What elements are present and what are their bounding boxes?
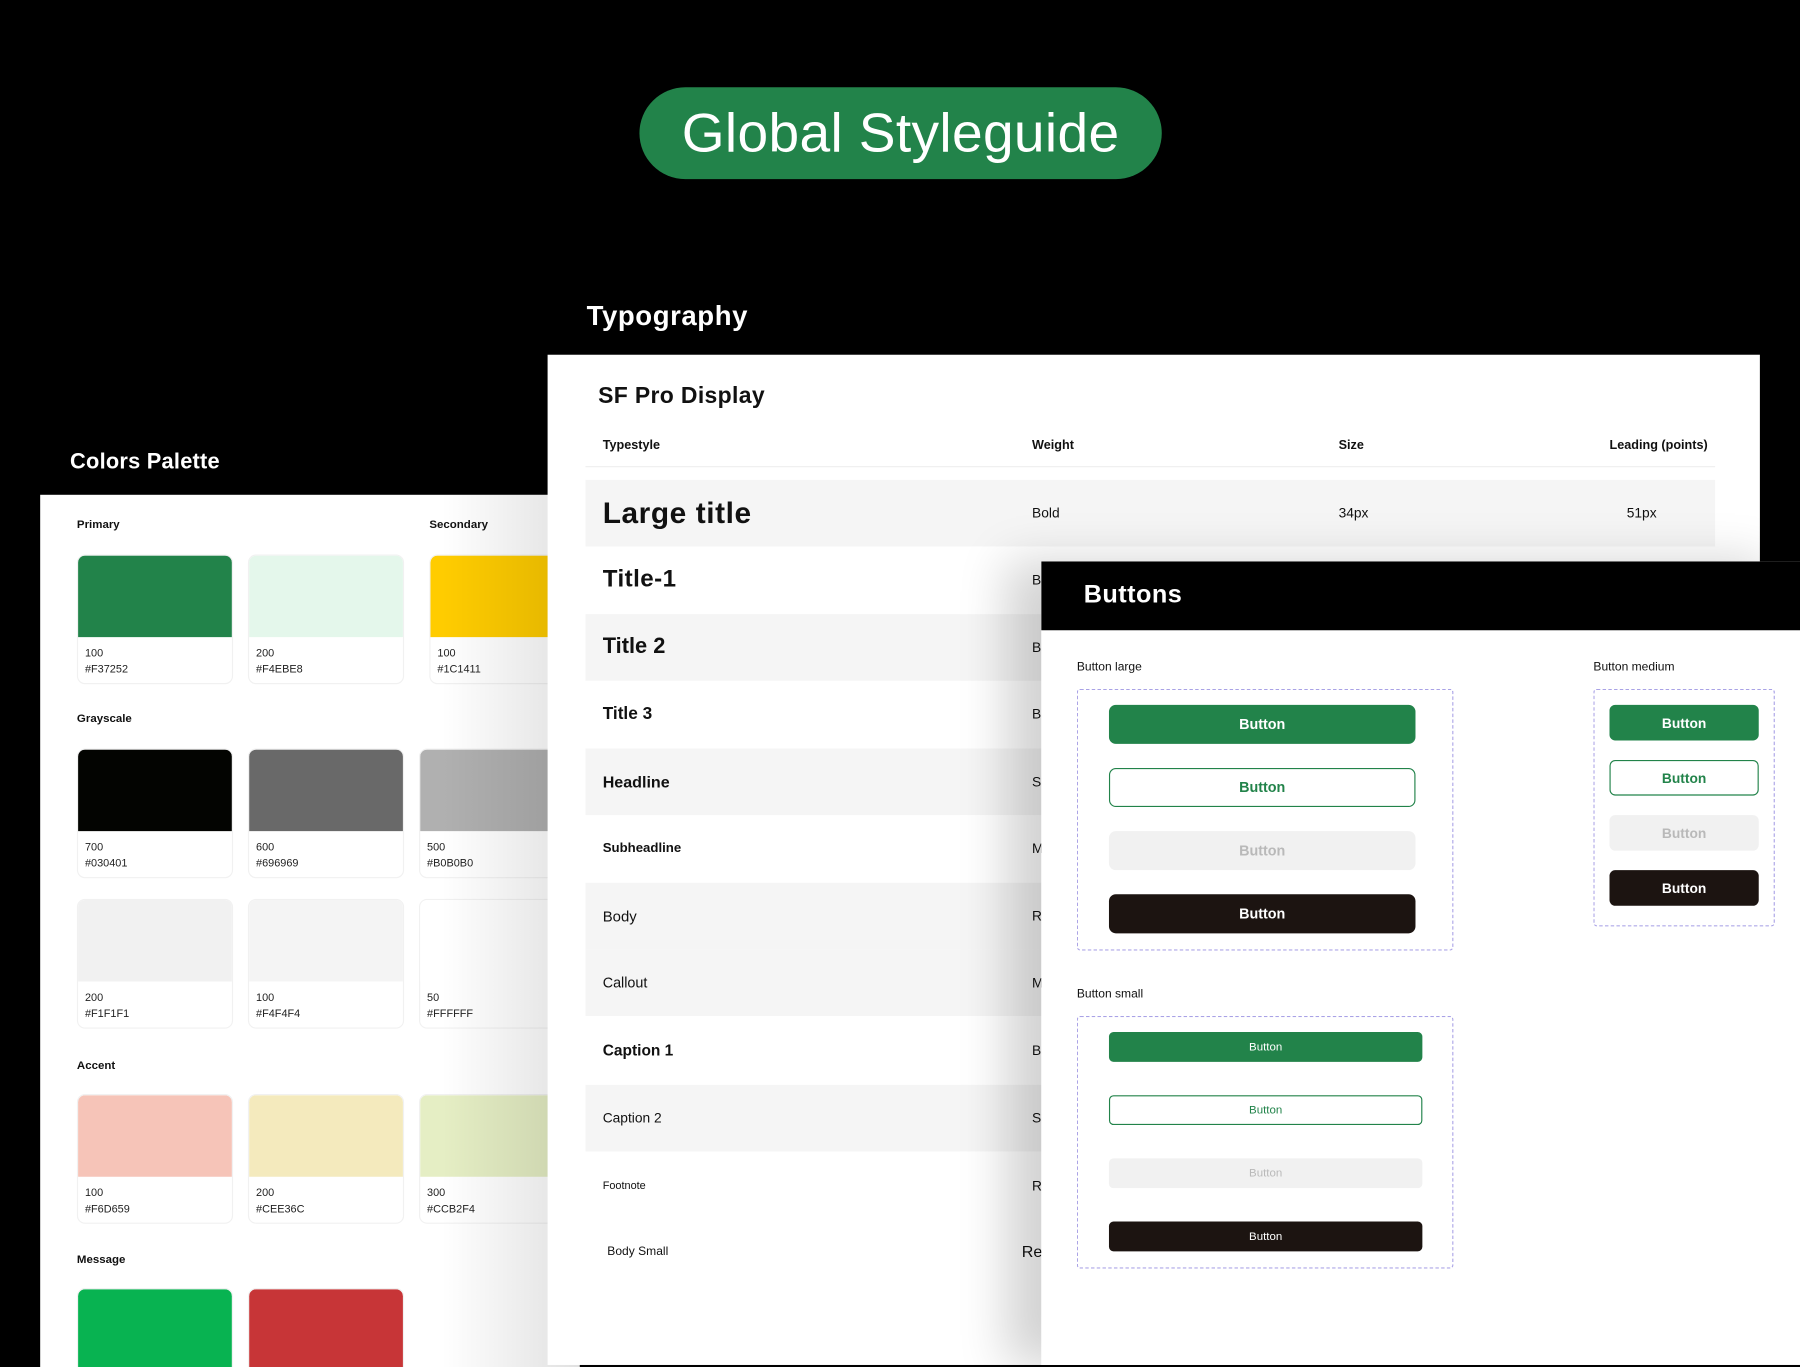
typestyle-weight: B <box>1032 571 1042 588</box>
swatch-step: 200 <box>256 1187 275 1200</box>
typestyle-name: Title 2 <box>602 634 666 659</box>
disabled-button-small[interactable]: Button <box>1108 1158 1423 1189</box>
group-label-accent: Accent <box>76 1059 116 1073</box>
colors-palette-title: Colors Palette <box>70 450 220 475</box>
swatch-color <box>249 1095 403 1177</box>
hero-title: Global Styleguide <box>681 102 1120 164</box>
swatch-step: 100 <box>84 1187 104 1200</box>
buttons-panel: Buttons Button large Button Button Butto… <box>1041 561 1800 1365</box>
group-label-secondary: Secondary <box>429 518 489 532</box>
dark-button-small[interactable]: Button <box>1108 1221 1423 1252</box>
typestyle-name: Caption 1 <box>602 1041 674 1060</box>
typestyle-name: Headline <box>602 772 670 791</box>
swatch-card[interactable]: 100 #F37252 <box>78 555 232 684</box>
typestyle-size: 34px <box>1338 505 1369 522</box>
colors-palette-panel: Primary Secondary Grayscale Accent Messa… <box>40 494 580 1367</box>
typestyle-name: Title 3 <box>602 704 653 724</box>
primary-button-small[interactable]: Button <box>1108 1032 1423 1062</box>
header-divider <box>585 466 1716 468</box>
typography-title: Typography <box>586 300 748 332</box>
swatch-hex: #F1F1F1 <box>84 1007 130 1021</box>
swatch-card[interactable]: 200 #F4EBE8 <box>249 555 403 684</box>
typestyle-leading: 51px <box>1626 505 1657 522</box>
typestyle-name: Body Small <box>607 1244 669 1259</box>
group-label-grayscale: Grayscale <box>76 712 132 726</box>
outline-button-small[interactable]: Button <box>1108 1095 1423 1126</box>
swatch-card[interactable]: 200 #F1F1F1 <box>78 900 232 1028</box>
column-header-weight: Weight <box>1032 438 1074 453</box>
typestyle-name: Title-1 <box>602 565 677 593</box>
typestyle-name: Body <box>602 907 637 925</box>
button-medium-label: Button medium <box>1593 660 1675 674</box>
outline-button-medium[interactable]: Button <box>1609 759 1759 796</box>
table-row: Large title Bold 34px 51px <box>585 479 1716 547</box>
swatch-step: 100 <box>84 647 104 661</box>
typestyle-name: Callout <box>602 974 648 991</box>
swatch-card[interactable] <box>78 1289 232 1367</box>
typestyle-weight: B <box>1032 639 1042 656</box>
column-header-size: Size <box>1338 438 1364 453</box>
typestyle-name: Caption 2 <box>602 1110 662 1127</box>
font-family-name: SF Pro Display <box>598 383 765 409</box>
typestyle-weight: Re <box>1021 1242 1043 1261</box>
swatch-card[interactable]: 200 #CEE36C <box>249 1095 403 1223</box>
column-header-leading: Leading (points) <box>1609 438 1708 453</box>
swatch-card[interactable]: 100 #F6D659 <box>78 1095 232 1223</box>
typestyle-weight: S <box>1032 773 1042 790</box>
button-small-label: Button small <box>1076 987 1144 1002</box>
buttons-header: Buttons <box>1041 561 1800 631</box>
swatch-color <box>78 1289 232 1367</box>
buttons-title: Buttons <box>1083 579 1183 609</box>
swatch-hex: #030401 <box>84 857 128 871</box>
swatch-color <box>249 900 403 982</box>
swatch-color <box>249 749 403 832</box>
swatch-hex: #F4F4F4 <box>256 1007 301 1021</box>
disabled-button-large[interactable]: Button <box>1108 831 1416 871</box>
disabled-button-medium[interactable]: Button <box>1609 815 1759 851</box>
typestyle-weight: S <box>1032 1110 1042 1127</box>
swatch-color <box>249 1289 403 1367</box>
swatch-hex: #696969 <box>256 857 299 871</box>
swatch-hex: #F4EBE8 <box>256 663 303 677</box>
swatch-step: 600 <box>256 841 275 855</box>
swatch-step: 100 <box>256 991 275 1005</box>
typestyle-name: Footnote <box>602 1179 646 1193</box>
typestyle-weight: B <box>1032 706 1042 723</box>
group-label-message: Message <box>76 1253 126 1267</box>
column-header-typestyle: Typestyle <box>602 438 661 453</box>
swatch-step: 200 <box>84 991 104 1005</box>
typestyle-name: Large title <box>602 495 752 530</box>
dark-button-large[interactable]: Button <box>1108 894 1416 934</box>
swatch-color <box>78 1095 232 1177</box>
swatch-card[interactable]: 600 #696969 <box>249 749 403 878</box>
hero-pill: Global Styleguide <box>639 87 1162 180</box>
typestyle-name: Subheadline <box>602 841 682 856</box>
swatch-color <box>249 555 403 638</box>
swatch-card[interactable]: 700 #030401 <box>78 749 232 878</box>
swatch-hex: #F6D659 <box>84 1203 130 1216</box>
primary-button-large[interactable]: Button <box>1108 704 1416 744</box>
group-label-primary: Primary <box>76 518 120 532</box>
swatch-hex: #CEE36C <box>256 1203 305 1216</box>
dark-button-medium[interactable]: Button <box>1609 870 1759 906</box>
primary-button-medium[interactable]: Button <box>1609 704 1759 741</box>
swatch-color <box>78 749 232 832</box>
outline-button-large[interactable]: Button <box>1108 768 1416 808</box>
button-large-label: Button large <box>1076 660 1142 674</box>
swatch-step: 700 <box>84 841 104 855</box>
swatch-hex: #F37252 <box>84 663 129 677</box>
typestyle-weight: B <box>1032 1042 1042 1059</box>
typestyle-weight: Bold <box>1032 505 1060 522</box>
swatch-color <box>78 900 232 982</box>
swatch-card[interactable] <box>249 1289 403 1367</box>
swatch-card[interactable]: 100 #F4F4F4 <box>249 900 403 1028</box>
swatch-color <box>78 555 232 638</box>
swatch-step: 200 <box>256 647 275 661</box>
